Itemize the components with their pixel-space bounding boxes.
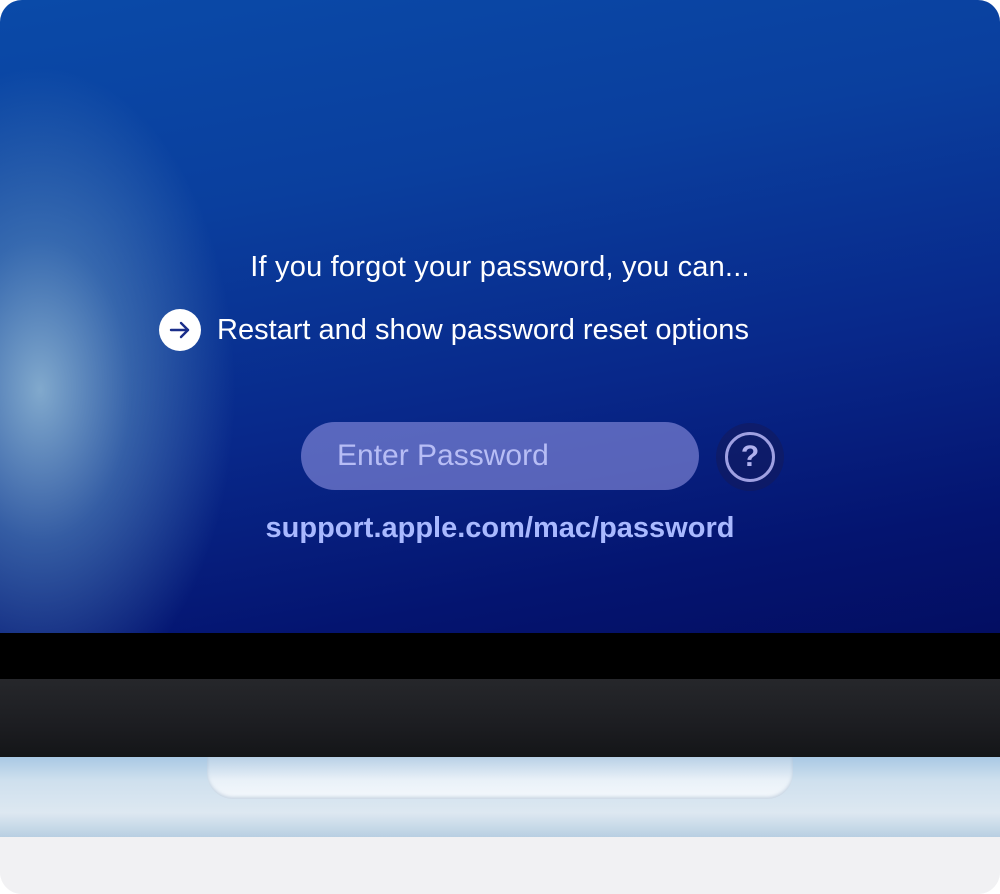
arrow-right-circle-icon[interactable] bbox=[159, 309, 201, 351]
trackpad-notch bbox=[207, 757, 793, 799]
restart-option-label[interactable]: Restart and show password reset options bbox=[217, 314, 749, 347]
background-surface bbox=[0, 837, 1000, 894]
laptop-hinge bbox=[0, 679, 1000, 757]
password-input[interactable] bbox=[301, 422, 699, 490]
forgot-password-prompt: If you forgot your password, you can... bbox=[250, 251, 750, 283]
screen-bezel bbox=[0, 633, 1000, 679]
help-glyph: ? bbox=[740, 440, 760, 473]
restart-reset-option[interactable]: Restart and show password reset options bbox=[159, 309, 749, 351]
login-screen: If you forgot your password, you can... … bbox=[0, 0, 1000, 633]
support-link[interactable]: support.apple.com/mac/password bbox=[0, 512, 1000, 545]
laptop-frame: If you forgot your password, you can... … bbox=[0, 0, 1000, 894]
question-mark-circle-icon[interactable]: ? bbox=[725, 432, 775, 482]
help-button[interactable]: ? bbox=[716, 423, 784, 491]
